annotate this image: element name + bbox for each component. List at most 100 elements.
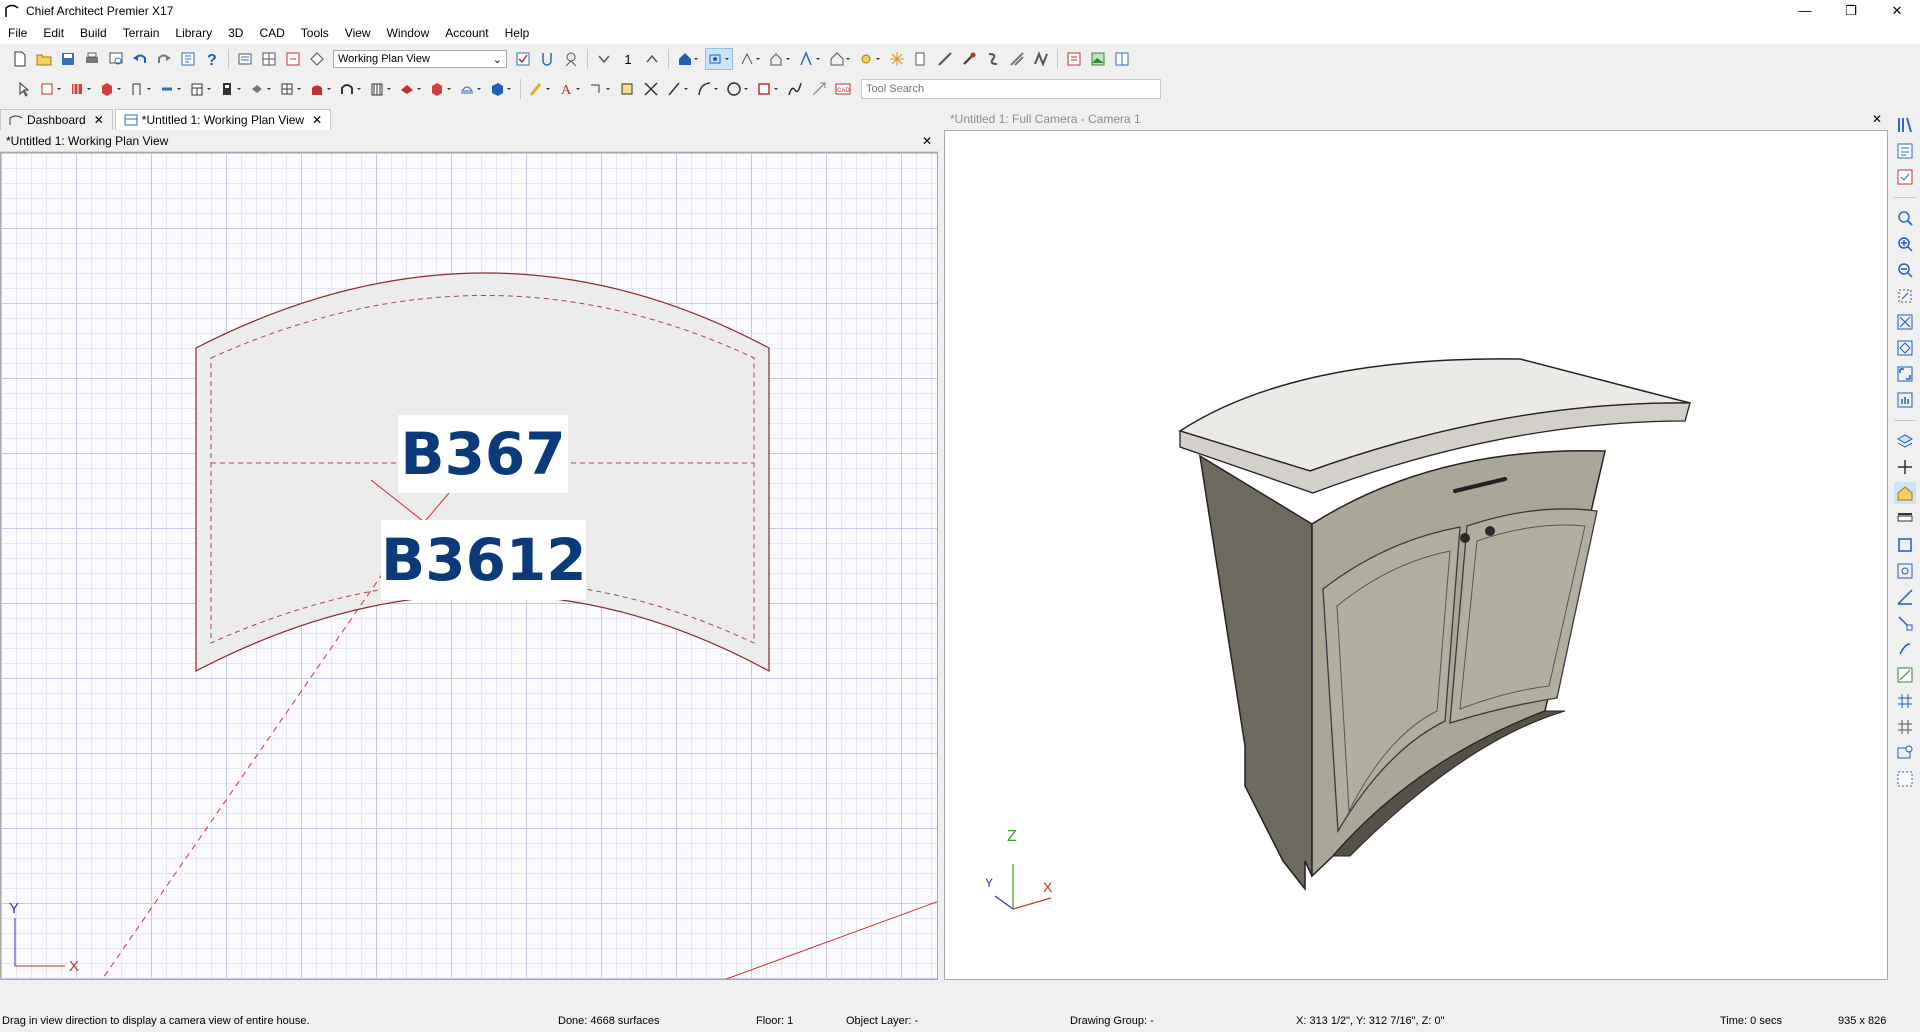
- room-tools-icon[interactable]: [98, 79, 124, 99]
- window-tools-icon[interactable]: [278, 79, 304, 99]
- walls-view-icon[interactable]: [1031, 49, 1051, 69]
- home-lock-icon[interactable]: [1894, 482, 1916, 504]
- new-file-icon[interactable]: [10, 49, 30, 69]
- edit-mode-icon[interactable]: [38, 79, 64, 99]
- zoom-in-icon[interactable]: [1894, 233, 1916, 255]
- text-tools-icon[interactable]: [158, 79, 184, 99]
- pan-hand-icon[interactable]: [1894, 389, 1916, 411]
- menu-3d[interactable]: 3D: [220, 22, 251, 44]
- lighting-icon[interactable]: [857, 49, 883, 69]
- tool-search-input[interactable]: [861, 79, 1161, 99]
- zoom-out-icon[interactable]: [1894, 259, 1916, 281]
- active-layer-icon[interactable]: [1894, 166, 1916, 188]
- cabinet-label-b367[interactable]: B367: [398, 415, 568, 493]
- close-window-button[interactable]: ✕: [1874, 0, 1920, 22]
- wall-tools-icon[interactable]: [68, 79, 94, 99]
- menu-window[interactable]: Window: [379, 22, 438, 44]
- floor-down-icon[interactable]: [594, 49, 614, 69]
- menu-view[interactable]: View: [337, 22, 379, 44]
- image-view-icon[interactable]: [1088, 49, 1108, 69]
- shape-tools-icon[interactable]: [488, 79, 514, 99]
- floor-up-icon[interactable]: [642, 49, 662, 69]
- layers-icon[interactable]: [1894, 430, 1916, 452]
- undo-icon[interactable]: [130, 49, 150, 69]
- adjust-material-icon[interactable]: [935, 49, 955, 69]
- shelf-tools-icon[interactable]: [368, 79, 394, 99]
- library-browser-icon[interactable]: [1894, 114, 1916, 136]
- spline-tool-icon[interactable]: [785, 79, 805, 99]
- terrain-tools-icon[interactable]: [428, 79, 454, 99]
- display-options-icon[interactable]: [1894, 768, 1916, 790]
- tab-working-plan[interactable]: *Untitled 1: Working Plan View ✕: [114, 109, 332, 130]
- camera-view-canvas[interactable]: Z Y X: [944, 130, 1888, 980]
- layer-set-icon[interactable]: [235, 49, 255, 69]
- marker-icon[interactable]: [617, 79, 637, 99]
- roof-tools-icon[interactable]: [398, 79, 424, 99]
- close-tab-icon[interactable]: ✕: [312, 113, 322, 127]
- layer-settings-icon[interactable]: [513, 49, 533, 69]
- eyedropper-icon[interactable]: [959, 49, 979, 69]
- fill-window-icon[interactable]: [1894, 311, 1916, 333]
- text-icon[interactable]: A: [557, 79, 583, 99]
- light-source-icon[interactable]: [887, 49, 907, 69]
- reference-grid-icon[interactable]: [1894, 690, 1916, 712]
- door-tools-icon[interactable]: [218, 79, 244, 99]
- box-tool-icon[interactable]: [755, 79, 781, 99]
- delete-x-icon[interactable]: [641, 79, 661, 99]
- menu-account[interactable]: Account: [437, 22, 496, 44]
- menu-terrain[interactable]: Terrain: [115, 22, 168, 44]
- design-tool-icon[interactable]: [537, 49, 557, 69]
- walkthrough-icon[interactable]: [737, 49, 763, 69]
- maximize-button[interactable]: ❐: [1828, 0, 1874, 22]
- arc-tool-icon[interactable]: [695, 79, 721, 99]
- menu-edit[interactable]: Edit: [35, 22, 72, 44]
- line-tool-icon[interactable]: [665, 79, 691, 99]
- reference-display-icon[interactable]: [1894, 742, 1916, 764]
- layer-display-icon[interactable]: [283, 49, 303, 69]
- zoom-window-icon[interactable]: [1894, 285, 1916, 307]
- grid-toggle-icon[interactable]: [1894, 716, 1916, 738]
- callout-icon[interactable]: [587, 79, 613, 99]
- copy-paste-icon[interactable]: [178, 49, 198, 69]
- select-objects-icon[interactable]: [561, 49, 581, 69]
- cross-section-icon[interactable]: [797, 49, 823, 69]
- menu-tools[interactable]: Tools: [293, 22, 337, 44]
- select-arrow-icon[interactable]: [14, 79, 34, 99]
- object-snap-icon[interactable]: [1894, 612, 1916, 634]
- split-view-icon[interactable]: [1112, 49, 1132, 69]
- menu-build[interactable]: Build: [72, 22, 115, 44]
- menu-file[interactable]: File: [0, 22, 35, 44]
- tile-view-icon[interactable]: [1064, 49, 1084, 69]
- find-icon[interactable]: [1894, 560, 1916, 582]
- open-folder-icon[interactable]: [34, 49, 54, 69]
- help-icon[interactable]: ?: [202, 49, 222, 69]
- framing-tools-icon[interactable]: [458, 79, 484, 99]
- angle-snap-icon[interactable]: [1894, 586, 1916, 608]
- plan-view-canvas[interactable]: B367 B3612 Y X: [0, 152, 938, 980]
- minimize-button[interactable]: —: [1782, 0, 1828, 22]
- tab-dashboard[interactable]: Dashboard ✕: [0, 109, 113, 130]
- fill-window-building-icon[interactable]: [1894, 337, 1916, 359]
- material-painter-icon[interactable]: [911, 49, 931, 69]
- cabinet-tools-icon[interactable]: [188, 79, 214, 99]
- close-plan-icon[interactable]: ✕: [922, 134, 932, 148]
- dollhouse-view-icon[interactable]: [827, 49, 853, 69]
- arch-tools-icon[interactable]: [338, 79, 364, 99]
- plan-view-dropdown[interactable]: Working Plan View ⌄: [333, 50, 507, 68]
- fill-window-all-icon[interactable]: [1894, 363, 1916, 385]
- print-icon[interactable]: [82, 49, 102, 69]
- menu-library[interactable]: Library: [167, 22, 220, 44]
- house-view-icon[interactable]: [675, 49, 701, 69]
- close-tab-icon[interactable]: ✕: [94, 113, 104, 127]
- print-preview-icon[interactable]: [106, 49, 126, 69]
- grid-snap-icon[interactable]: [1894, 638, 1916, 660]
- redo-icon[interactable]: [154, 49, 174, 69]
- project-browser-icon[interactable]: [1894, 140, 1916, 162]
- close-camera-icon[interactable]: ✕: [1872, 112, 1882, 126]
- circle-tool-icon[interactable]: [725, 79, 751, 99]
- floor-number[interactable]: 1: [618, 49, 638, 69]
- delete-surface-icon[interactable]: [983, 49, 1003, 69]
- frame-icon[interactable]: [1894, 534, 1916, 556]
- plan-view-select-icon[interactable]: [307, 49, 327, 69]
- elevation-view-icon[interactable]: [767, 49, 793, 69]
